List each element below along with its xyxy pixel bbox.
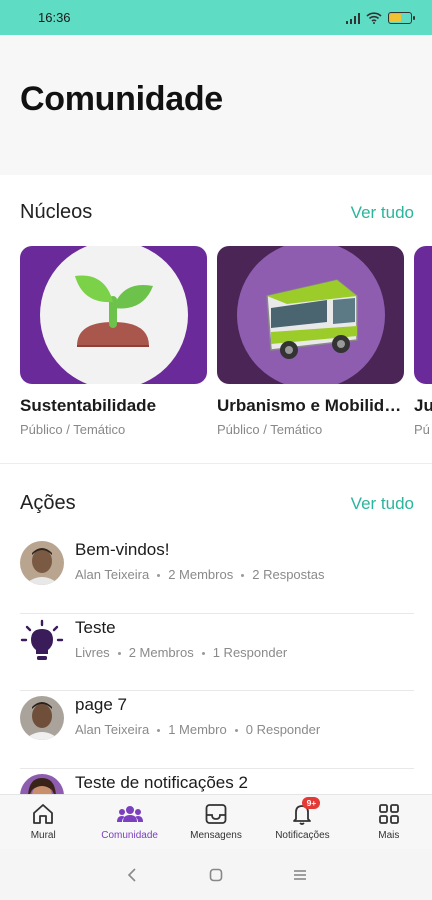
list-item[interactable]: Teste de notificações 2 [20, 769, 414, 794]
lightbulb-icon [20, 619, 64, 663]
action-meta: Alan Teixeira 2 Membros 2 Respostas [75, 567, 325, 582]
nucleo-card-title: Sustentabilidade [20, 396, 157, 415]
section-divider [0, 463, 432, 464]
nucleo-card-urbanismo[interactable]: Urbanismo e Mobilidade Público / Temátic… [217, 246, 404, 437]
nucleo-card-image [20, 246, 207, 384]
nucleos-carousel[interactable]: Sustentabilidade Público / Temático Urba… [20, 246, 432, 446]
nucleo-card-subtitle: Pú [414, 422, 430, 437]
status-bar: 16:36 [0, 0, 432, 35]
home-icon [31, 802, 55, 826]
nucleos-header: Núcleos Ver tudo [20, 201, 414, 224]
nav-item-mais[interactable]: Mais [346, 795, 432, 849]
acoes-header: Ações Ver tudo [20, 492, 414, 515]
bottom-nav: Mural Comunidade Mensagens 9+ Notificaçõ… [0, 794, 432, 849]
action-meta: Livres 2 Membros 1 Responder [75, 644, 288, 660]
nucleo-card-title: Urbanismo e Mobilidade [217, 396, 404, 415]
action-meta: Alan Teixeira 1 Membro 0 Responder [75, 722, 321, 737]
nav-item-comunidade[interactable]: Comunidade [86, 795, 172, 849]
acoes-title: Ações [20, 492, 76, 514]
action-title: page 7 [75, 695, 127, 714]
sprout-icon [75, 275, 153, 347]
avatar [20, 696, 64, 740]
avatar [20, 773, 64, 794]
nav-item-notificacoes[interactable]: 9+ Notificações [259, 795, 345, 849]
nav-item-mensagens[interactable]: Mensagens [173, 795, 259, 849]
status-icons [345, 11, 415, 24]
nucleo-card-sustentabilidade[interactable]: Sustentabilidade Público / Temático [20, 246, 207, 437]
action-title: Bem-vindos! [75, 540, 170, 559]
nucleo-card-partial[interactable]: Ju Pú [414, 246, 432, 437]
battery-icon [388, 11, 415, 24]
nucleos-see-all-link[interactable]: Ver tudo [351, 203, 414, 223]
nucleo-card-subtitle: Público / Temático [20, 422, 126, 437]
status-time: 16:36 [38, 10, 71, 25]
home-button-icon[interactable] [209, 868, 223, 882]
nucleo-card-title: Ju [414, 396, 432, 415]
nav-label: Comunidade [101, 830, 158, 841]
bell-icon: 9+ [290, 797, 321, 826]
page-title: Comunidade [20, 80, 223, 118]
avatar [20, 541, 64, 585]
people-icon [116, 802, 143, 826]
nav-label: Notificações [275, 830, 330, 841]
nucleo-card-image [414, 246, 432, 384]
system-nav-bar [0, 849, 432, 900]
back-icon[interactable] [125, 867, 139, 883]
recents-icon[interactable] [293, 868, 307, 882]
nucleo-card-image [217, 246, 404, 384]
notification-badge: 9+ [302, 797, 321, 809]
nav-label: Mural [30, 830, 56, 841]
list-item[interactable]: page 7 Alan Teixeira 1 Membro 0 Responder [20, 691, 414, 769]
inbox-icon [204, 802, 228, 826]
wifi-icon [366, 11, 382, 24]
list-item[interactable]: Teste Livres 2 Membros 1 Responder [20, 614, 414, 691]
nav-item-mural[interactable]: Mural [0, 795, 86, 849]
action-title: Teste de notificações 2 [75, 772, 248, 792]
nav-label: Mensagens [190, 830, 242, 841]
nav-label: Mais [378, 830, 400, 841]
acoes-list: Bem-vindos! Alan Teixeira 2 Membros 2 Resp… [20, 536, 414, 794]
nucleo-card-subtitle: Público / Temático [217, 422, 323, 437]
bus-icon [266, 279, 358, 359]
signal-icon [345, 12, 360, 24]
acoes-see-all-link[interactable]: Ver tudo [351, 494, 414, 514]
grid-icon [377, 802, 401, 826]
action-title: Teste [75, 617, 116, 637]
list-item[interactable]: Bem-vindos! Alan Teixeira 2 Membros 2 Resp… [20, 536, 414, 614]
nucleos-title: Núcleos [20, 201, 93, 223]
